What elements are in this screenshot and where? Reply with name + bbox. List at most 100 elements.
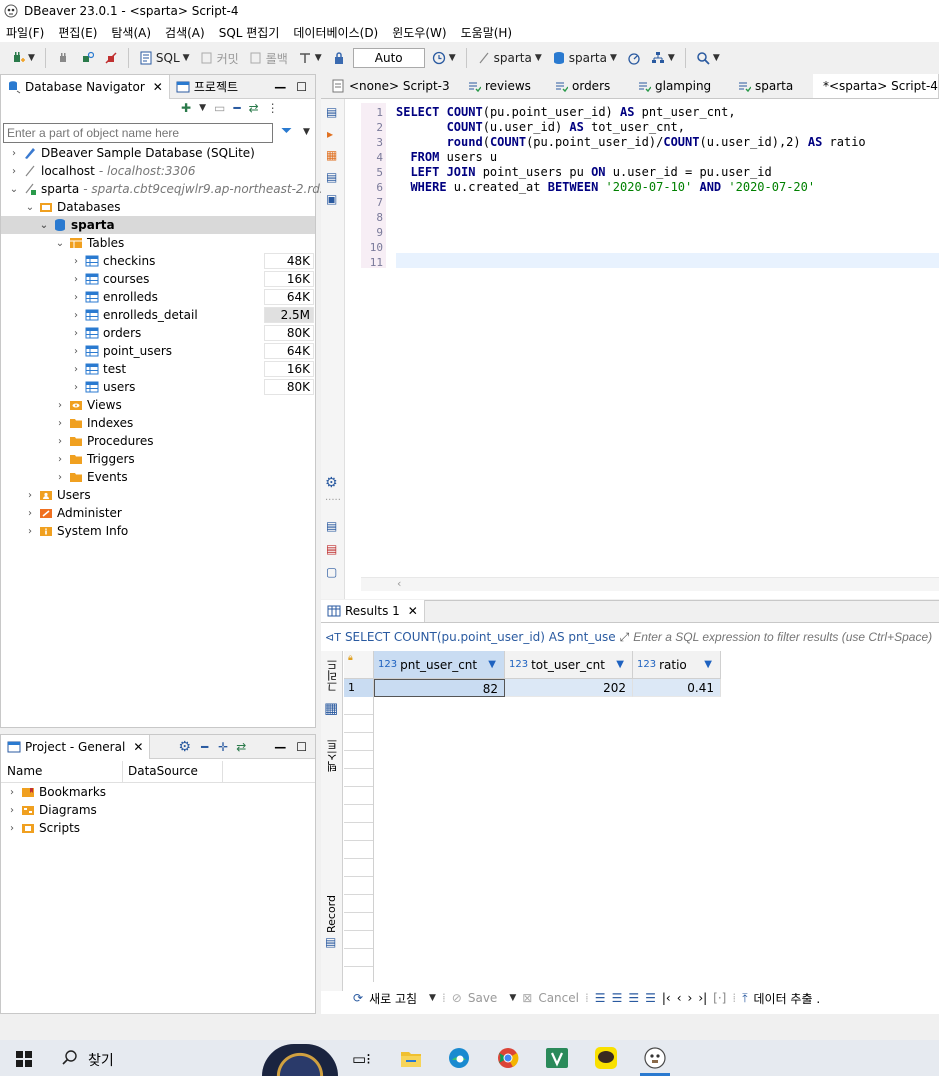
chrome-browser-icon[interactable] <box>497 1047 519 1072</box>
fetch-icon[interactable]: [·] <box>713 991 726 1005</box>
expand-icon[interactable]: › <box>71 292 81 303</box>
execute-arrow-icon[interactable]: ▸ <box>327 127 333 141</box>
schema-selector[interactable]: sparta ▼ <box>549 47 620 69</box>
menu-file[interactable]: 파일(F) <box>6 24 44 41</box>
maximize-icon[interactable]: ☐ <box>296 80 307 94</box>
new-connection-button[interactable]: ▼ <box>8 47 38 69</box>
transaction-mode-field[interactable]: Auto <box>352 48 425 68</box>
kakaotalk-icon[interactable] <box>595 1047 617 1072</box>
tree-triggers-folder[interactable]: › Triggers <box>55 450 135 468</box>
tree-table-enrolleds[interactable]: › enrolleds <box>71 288 158 306</box>
column-header-pnt-user-cnt[interactable]: 123 pnt_user_cnt ▼ <box>374 651 505 679</box>
column-name-header[interactable]: Name <box>7 764 42 778</box>
menu-edit[interactable]: 편집(E) <box>58 24 97 41</box>
chevron-down-icon[interactable]: ▼ <box>303 127 310 137</box>
view-menu-icon[interactable]: ⋮ <box>267 101 279 115</box>
grid-icon[interactable]: ▦ <box>324 699 338 717</box>
lock-button[interactable] <box>329 47 349 69</box>
menu-search[interactable]: 검색(A) <box>165 24 205 41</box>
chevron-down-icon[interactable]: ▼ <box>535 53 542 63</box>
tree-table-orders[interactable]: › orders <box>71 324 141 342</box>
chevron-down-icon[interactable]: ▼ <box>199 103 206 113</box>
sql-editor[interactable]: ▤ ▸ ▦ ▤ ▣ ⚙ ····· ▤ ▤ ▢ 1 2 3 4 5 6 7 8 … <box>321 99 939 599</box>
expand-icon[interactable]: › <box>71 274 81 285</box>
chevron-down-icon[interactable]: ▼ <box>668 53 675 63</box>
tree-table-checkins[interactable]: › checkins <box>71 252 155 270</box>
save-button[interactable]: Save <box>468 991 497 1005</box>
reconnect-button[interactable] <box>77 47 97 69</box>
editor-tab-orders[interactable]: orders <box>548 74 616 98</box>
expand-icon[interactable]: › <box>25 508 35 519</box>
tree-system-info-folder[interactable]: › System Info <box>25 522 128 540</box>
execute-statement-icon[interactable]: ▤ <box>326 105 337 119</box>
close-icon[interactable]: ✕ <box>153 80 163 94</box>
minimize-icon[interactable]: — <box>274 80 286 94</box>
add-row-icon[interactable]: ☰ <box>612 991 623 1005</box>
tree-databases-folder[interactable]: ⌄ Databases <box>25 198 121 216</box>
expand-icon[interactable]: › <box>9 166 19 177</box>
tree-table-enrolleds-detail[interactable]: › enrolleds_detail <box>71 306 198 324</box>
new-script-icon[interactable]: ▤ <box>326 519 337 533</box>
tree-table-courses[interactable]: › courses <box>71 270 149 288</box>
taskbar-search-label[interactable]: 찾기 <box>88 1050 114 1070</box>
chevron-down-icon[interactable]: ▼ <box>429 993 436 1003</box>
expand-icon[interactable]: › <box>71 256 81 267</box>
chevron-down-icon[interactable]: ▼ <box>183 53 190 63</box>
task-view-icon[interactable]: ▭⁝ <box>352 1050 371 1068</box>
collapse-all-icon[interactable]: ━ <box>201 740 208 754</box>
disconnect-button[interactable] <box>101 47 121 69</box>
tree-database-sparta[interactable]: ⌄ sparta <box>39 216 115 234</box>
edge-browser-icon[interactable] <box>448 1047 470 1072</box>
filter-icon[interactable]: ⏷ <box>281 123 292 139</box>
chevron-down-icon[interactable]: ▼ <box>616 659 624 670</box>
chevron-down-icon[interactable]: ▼ <box>509 993 516 1003</box>
tree-connection-localhost[interactable]: › localhost - localhost:3306 <box>9 162 195 180</box>
last-page-icon[interactable]: ›| <box>698 991 707 1005</box>
cell-ratio[interactable]: 0.41 <box>633 679 721 697</box>
tree-connection-sqlite[interactable]: › DBeaver Sample Database (SQLite) <box>9 144 255 162</box>
tree-procedures-folder[interactable]: › Procedures <box>55 432 154 450</box>
commit-button[interactable]: 커밋 <box>197 47 242 69</box>
expand-icon[interactable]: › <box>25 526 35 537</box>
tree-table-point-users[interactable]: › point_users <box>71 342 172 360</box>
expand-icon[interactable]: › <box>55 436 65 447</box>
collapse-icon[interactable]: ⌄ <box>9 184 19 195</box>
expand-icon[interactable]: › <box>7 805 17 816</box>
expand-icon[interactable]: › <box>55 418 65 429</box>
tree-table-users[interactable]: › users <box>71 378 135 396</box>
connect-button[interactable] <box>53 47 73 69</box>
tree-scripts[interactable]: › Scripts <box>7 819 80 837</box>
tree-administer-folder[interactable]: › Administer <box>25 504 122 522</box>
save-icon[interactable]: ⊘ <box>452 991 462 1005</box>
menu-help[interactable]: 도움말(H) <box>461 24 513 41</box>
query-preview[interactable]: SELECT COUNT(pu.point_user_id) AS pnt_us… <box>345 630 616 644</box>
expand-icon[interactable]: › <box>71 364 81 375</box>
refresh-icon[interactable]: ⟳ <box>353 991 363 1005</box>
delete-script-icon[interactable]: ▤ <box>326 542 337 556</box>
tab-project-general[interactable]: Project - General ✕ <box>1 734 151 759</box>
tree-views-folder[interactable]: › Views <box>55 396 122 414</box>
history-button[interactable]: ▼ <box>429 47 459 69</box>
record-mode-toggle[interactable]: Record <box>325 895 338 933</box>
chevron-down-icon[interactable]: ▼ <box>449 53 456 63</box>
editor-horizontal-scrollbar[interactable]: ‹ <box>361 577 939 591</box>
gear-icon[interactable]: ⚙ <box>325 475 338 491</box>
record-icon[interactable]: ▤ <box>325 935 336 949</box>
execute-script-icon[interactable]: ▦ <box>326 148 337 162</box>
terminal-icon[interactable]: ▣ <box>326 192 337 206</box>
chevron-down-icon[interactable]: ▼ <box>488 659 496 670</box>
tree-events-folder[interactable]: › Events <box>55 468 128 486</box>
datasource-selector[interactable]: sparta ▼ <box>474 47 545 69</box>
results-filter-input[interactable] <box>633 628 939 646</box>
dbeaver-taskbar-icon[interactable] <box>644 1047 666 1072</box>
view-grid-toggle[interactable]: 그리드 <box>325 659 341 692</box>
cancel-icon[interactable]: ⊠ <box>522 991 532 1005</box>
gear-icon[interactable]: ⚙ <box>178 739 191 755</box>
expand-icon[interactable]: › <box>55 472 65 483</box>
editor-tab-reviews[interactable]: reviews <box>461 74 537 98</box>
chevron-down-icon[interactable]: ▼ <box>713 53 720 63</box>
prev-page-icon[interactable]: ‹ <box>677 991 682 1005</box>
copy-row-icon[interactable]: ☰ <box>628 991 639 1005</box>
erd-button[interactable]: ▼ <box>648 47 678 69</box>
close-icon[interactable]: ✕ <box>133 740 143 754</box>
